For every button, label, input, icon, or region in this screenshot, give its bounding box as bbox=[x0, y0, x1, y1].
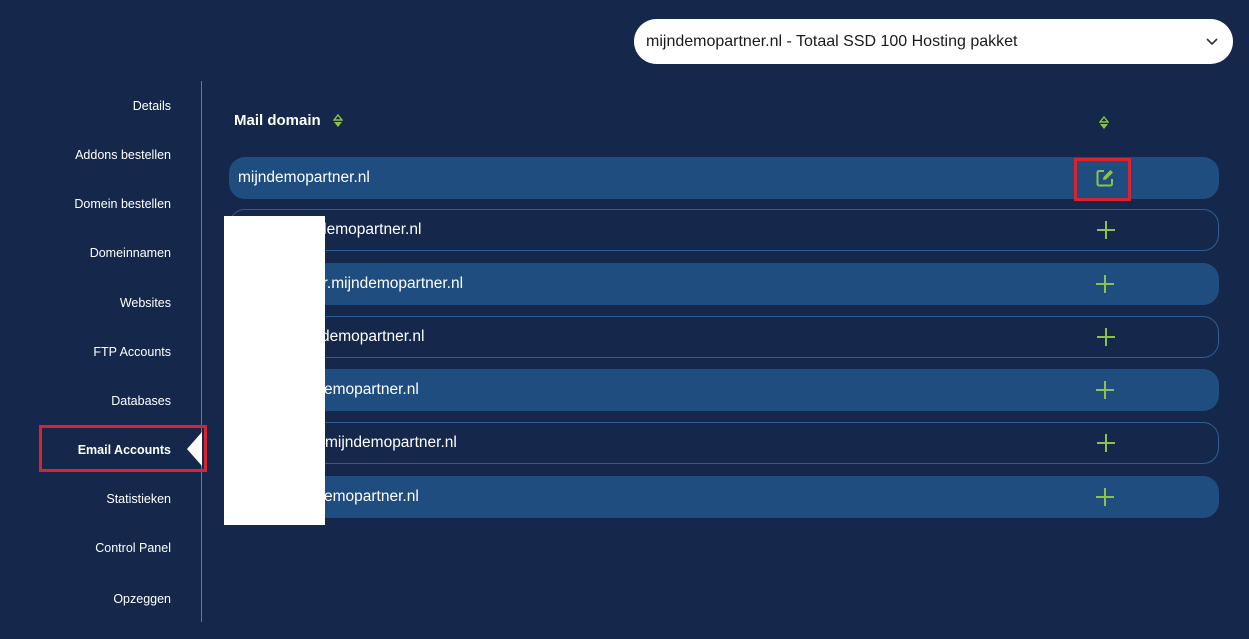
mail-domain: er.mijndemopartner.nl bbox=[314, 275, 464, 292]
package-select-value: mijndemopartner.nl - Totaal SSD 100 Host… bbox=[646, 32, 1018, 50]
table-row: emopartner.nl bbox=[229, 369, 1219, 411]
plus-icon bbox=[1096, 381, 1114, 399]
add-button[interactable] bbox=[1091, 428, 1121, 458]
add-button[interactable] bbox=[1090, 482, 1120, 512]
redaction-box bbox=[224, 216, 325, 525]
table-row: demopartner.nl bbox=[229, 316, 1219, 358]
plus-icon bbox=[1097, 328, 1115, 346]
plus-icon bbox=[1097, 221, 1115, 239]
sidebar-item-databases[interactable]: Databases bbox=[111, 394, 171, 408]
sidebar-item-domein-bestellen[interactable]: Domein bestellen bbox=[74, 197, 171, 211]
add-button[interactable] bbox=[1091, 322, 1121, 352]
plus-icon bbox=[1096, 275, 1114, 293]
sidebar-item-control-panel[interactable]: Control Panel bbox=[95, 541, 171, 555]
plus-icon bbox=[1097, 434, 1115, 452]
sidebar-item-details[interactable]: Details bbox=[133, 99, 171, 113]
sidebar-item-domeinnamen[interactable]: Domeinnamen bbox=[90, 246, 171, 260]
sidebar-item-opzeggen[interactable]: Opzeggen bbox=[113, 592, 171, 606]
mail-domain: emopartner.nl bbox=[324, 488, 419, 505]
sidebar-item-ftp-accounts[interactable]: FTP Accounts bbox=[93, 345, 171, 359]
mail-domain: mijndemopartner.nl bbox=[238, 169, 370, 186]
mail-domain: demopartner.nl bbox=[321, 328, 425, 345]
edit-button-highlight bbox=[1074, 158, 1131, 201]
table-row: mijndemopartner.nl bbox=[229, 422, 1219, 464]
active-item-pointer bbox=[187, 432, 202, 466]
mail-domain: mijndemopartner.nl bbox=[325, 434, 457, 451]
add-button[interactable] bbox=[1090, 269, 1120, 299]
sidebar-divider bbox=[201, 81, 202, 622]
table-row: mijndemopartner.nl bbox=[229, 157, 1219, 199]
mail-domain: emopartner.nl bbox=[324, 381, 419, 398]
sort-icon[interactable] bbox=[1098, 115, 1110, 131]
sort-icon[interactable] bbox=[332, 113, 344, 129]
active-item-highlight bbox=[39, 425, 207, 472]
chevron-down-icon bbox=[1205, 35, 1219, 49]
package-select[interactable]: mijndemopartner.nl - Totaal SSD 100 Host… bbox=[634, 19, 1233, 64]
column-header-mail-domain[interactable]: Mail domain bbox=[234, 112, 344, 129]
sidebar-item-addons[interactable]: Addons bestellen bbox=[75, 148, 171, 162]
plus-icon bbox=[1096, 488, 1114, 506]
table-row: er.mijndemopartner.nl bbox=[229, 263, 1219, 305]
column-header-label: Mail domain bbox=[234, 112, 321, 129]
sidebar-item-websites[interactable]: Websites bbox=[120, 296, 171, 310]
mail-domain: demopartner.nl bbox=[318, 221, 422, 238]
table-row: emopartner.nl bbox=[229, 476, 1219, 518]
sidebar-item-statistieken[interactable]: Statistieken bbox=[106, 492, 171, 506]
add-button[interactable] bbox=[1091, 215, 1121, 245]
sidebar: Details Addons bestellen Domein bestelle… bbox=[0, 80, 201, 622]
table-row: demopartner.nl bbox=[229, 209, 1219, 251]
add-button[interactable] bbox=[1090, 375, 1120, 405]
